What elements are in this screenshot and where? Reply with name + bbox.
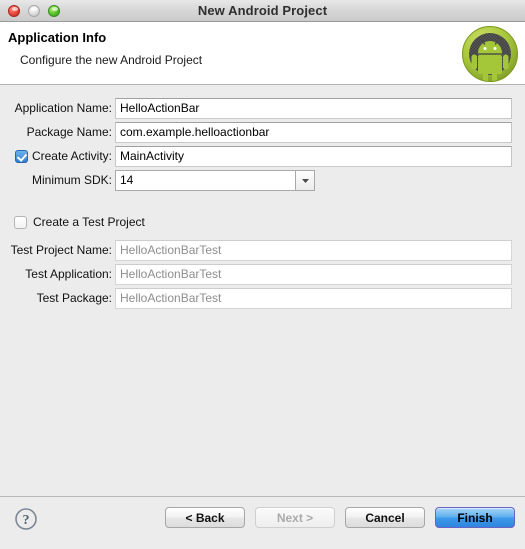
page-title: Application Info — [8, 30, 107, 45]
back-button[interactable]: < Back — [165, 507, 245, 528]
row-test-project-name: Test Project Name: HelloActionBarTest — [0, 239, 525, 261]
test-package-input[interactable]: HelloActionBarTest — [115, 287, 512, 309]
application-name-input[interactable]: HelloActionBar — [115, 97, 512, 119]
package-name-input[interactable]: com.example.helloactionbar — [115, 121, 512, 143]
label-package-name: Package Name: — [26, 125, 112, 139]
label-create-test-project: Create a Test Project — [33, 215, 145, 229]
svg-text:?: ? — [23, 513, 30, 528]
cancel-button[interactable]: Cancel — [345, 507, 425, 528]
create-activity-checkbox[interactable] — [14, 149, 28, 163]
minimum-sdk-select[interactable]: 14 — [115, 169, 315, 191]
question-mark-icon[interactable]: ? — [14, 507, 38, 531]
label-minimum-sdk: Minimum SDK: — [31, 173, 112, 187]
row-create-activity: Create Activity: MainActivity — [0, 145, 525, 167]
minimize-button[interactable] — [28, 4, 40, 17]
window-title: New Android Project — [197, 3, 328, 18]
dialog-footer: ? < Back Next > Cancel Finish — [0, 496, 525, 549]
page-subtitle: Configure the new Android Project — [20, 53, 203, 67]
row-test-application: Test Application: HelloActionBarTest — [0, 263, 525, 285]
test-application-input[interactable]: HelloActionBarTest — [115, 263, 512, 285]
label-create-activity-group: Create Activity: — [0, 149, 115, 163]
form-body: Application Name: HelloActionBar Package… — [0, 85, 525, 496]
finish-button[interactable]: Finish — [435, 507, 515, 528]
create-test-project-row[interactable]: Create a Test Project — [14, 215, 145, 229]
label-test-project-name: Test Project Name: — [10, 243, 112, 257]
activity-name-input[interactable]: MainActivity — [115, 145, 512, 167]
label-test-package: Test Package: — [36, 291, 112, 305]
new-android-project-dialog: New Android Project Application Info Con… — [0, 0, 525, 549]
label-test-application: Test Application: — [25, 267, 112, 281]
label-application-name: Application Name: — [14, 101, 112, 115]
close-button[interactable] — [8, 4, 20, 17]
wizard-header: Application Info Configure the new Andro… — [0, 22, 525, 85]
label-create-activity: Create Activity: — [31, 149, 112, 163]
android-robot-logo — [460, 24, 520, 84]
create-test-project-checkbox[interactable] — [14, 215, 27, 229]
row-test-package: Test Package: HelloActionBarTest — [0, 287, 525, 309]
test-project-name-input[interactable]: HelloActionBarTest — [115, 239, 512, 261]
row-package-name: Package Name: com.example.helloactionbar — [0, 121, 525, 143]
row-minimum-sdk: Minimum SDK: 14 — [0, 169, 525, 191]
wizard-buttons: < Back Next > Cancel Finish — [165, 507, 515, 528]
zoom-button[interactable] — [48, 4, 60, 17]
chevron-down-icon[interactable] — [295, 169, 315, 191]
minimum-sdk-value: 14 — [115, 169, 295, 191]
window-controls — [8, 4, 60, 17]
next-button: Next > — [255, 507, 335, 528]
title-bar: New Android Project — [0, 0, 525, 22]
row-application-name: Application Name: HelloActionBar — [0, 97, 525, 119]
